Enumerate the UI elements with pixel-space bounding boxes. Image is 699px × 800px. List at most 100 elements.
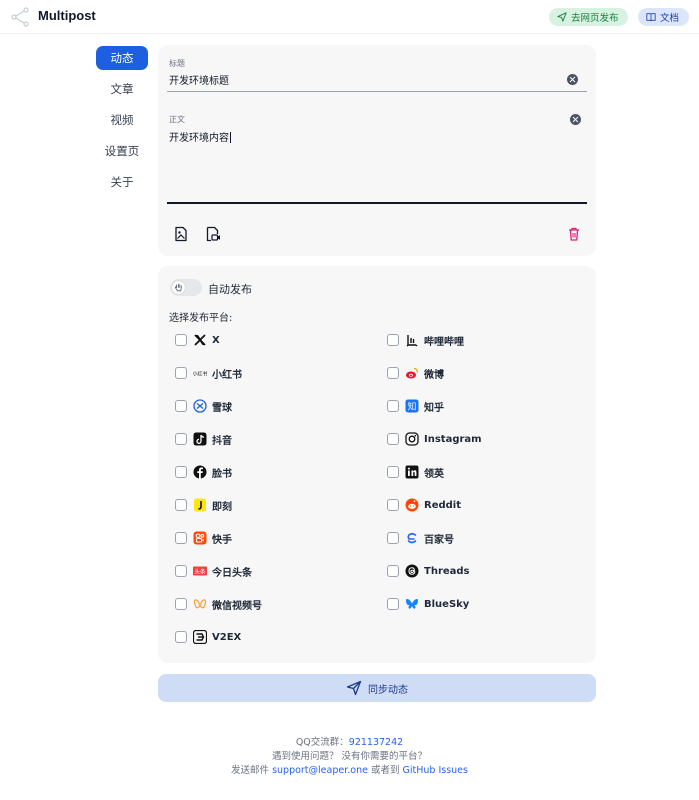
email-prefix: 发送邮件: [231, 765, 273, 776]
platform-name: Instagram: [424, 433, 482, 445]
title-input[interactable]: 开发环境标题: [169, 72, 229, 87]
platform-name: 微博: [424, 369, 444, 381]
toggle-knob: [172, 281, 185, 294]
top-bar: Multipost 去网页发布 文档: [0, 0, 699, 34]
platform-jike[interactable]: 即刻: [175, 497, 232, 513]
platform-name: 快手: [212, 534, 232, 546]
qq-number-link[interactable]: 921137242: [349, 737, 403, 748]
add-video-icon[interactable]: [205, 226, 221, 242]
checkbox[interactable]: [175, 367, 187, 379]
platform-douyin[interactable]: 抖音: [175, 431, 232, 447]
platform-toutiao[interactable]: 头条 今日头条: [175, 563, 252, 579]
sidebar-item-dynamic[interactable]: 动态: [96, 46, 148, 70]
xiaohongshu-icon: 小红书: [193, 366, 207, 380]
checkbox[interactable]: [387, 433, 399, 445]
checkbox[interactable]: [175, 598, 187, 610]
platform-xiaohongshu[interactable]: 小红书 小红书: [175, 365, 242, 381]
help-text: 遇到使用问题？ 没有你需要的平台？: [271, 751, 428, 762]
body-textarea[interactable]: 开发环境内容: [169, 129, 231, 144]
platform-kuaishou[interactable]: 快手: [175, 530, 232, 546]
platform-baijiahao[interactable]: 百家号: [387, 530, 454, 546]
sidebar-item-about[interactable]: 关于: [96, 170, 148, 194]
platform-name: 雪球: [212, 402, 232, 414]
checkbox[interactable]: [175, 466, 187, 478]
jike-icon: [193, 498, 207, 512]
sidebar: 动态 文章 视频 设置页 关于: [96, 46, 148, 201]
auto-publish-toggle[interactable]: [170, 279, 202, 296]
docs-label: 文档: [660, 13, 680, 24]
checkbox[interactable]: [387, 532, 399, 544]
x-icon: [193, 333, 207, 347]
platform-threads[interactable]: Threads: [387, 563, 470, 579]
checkbox[interactable]: [175, 433, 187, 445]
checkbox[interactable]: [387, 334, 399, 346]
contact-line: 发送邮件 support@leaper.one 或者到 GitHub Issue…: [0, 764, 699, 778]
platform-instagram[interactable]: Instagram: [387, 431, 482, 447]
docs-button[interactable]: 文档: [638, 8, 689, 26]
svg-text:知: 知: [407, 401, 416, 413]
platform-name: X: [212, 334, 220, 346]
platform-facebook[interactable]: 脸书: [175, 464, 232, 480]
sidebar-item-settings[interactable]: 设置页: [96, 139, 148, 163]
checkbox[interactable]: [387, 400, 399, 412]
platform-weibo[interactable]: 微博: [387, 365, 444, 381]
linkedin-icon: [405, 465, 419, 479]
checkbox[interactable]: [387, 499, 399, 511]
platform-linkedin[interactable]: 领英: [387, 464, 444, 480]
platform-zhihu[interactable]: 知 知乎: [387, 398, 444, 414]
checkbox[interactable]: [175, 631, 187, 643]
github-issues-link[interactable]: GitHub Issues: [403, 765, 468, 776]
platform-v2ex[interactable]: V2EX: [175, 629, 241, 645]
platform-name: 领英: [424, 468, 444, 480]
sync-post-label: 同步动态: [368, 684, 408, 696]
checkbox[interactable]: [387, 367, 399, 379]
title-underline: [167, 91, 587, 92]
body-text: 开发环境内容: [169, 133, 229, 144]
platform-x[interactable]: X: [175, 332, 220, 348]
zhihu-icon: 知: [405, 399, 419, 413]
v2ex-icon: [193, 630, 207, 644]
douyin-icon: [193, 432, 207, 446]
svg-text:小红书: 小红书: [193, 371, 207, 378]
platform-name: 抖音: [212, 435, 232, 447]
threads-icon: [405, 564, 419, 578]
clear-title-icon[interactable]: [567, 74, 578, 85]
sidebar-item-video[interactable]: 视频: [96, 108, 148, 132]
facebook-icon: [193, 465, 207, 479]
platform-reddit[interactable]: Reddit: [387, 497, 461, 513]
sync-post-button[interactable]: 同步动态: [158, 674, 596, 702]
add-image-icon[interactable]: [173, 226, 189, 242]
platform-xueqiu[interactable]: 雪球: [175, 398, 232, 414]
web-publish-button[interactable]: 去网页发布: [549, 8, 628, 26]
weibo-icon: [405, 366, 419, 380]
qq-label: QQ交流群：: [295, 737, 349, 748]
checkbox[interactable]: [387, 466, 399, 478]
checkbox[interactable]: [175, 532, 187, 544]
app-title: Multipost: [38, 8, 96, 23]
send-icon: [557, 12, 567, 22]
platform-name: BlueSky: [424, 598, 470, 610]
clear-body-icon[interactable]: [570, 114, 581, 125]
send-icon: [346, 680, 362, 696]
platform-name: 小红书: [212, 369, 242, 381]
xueqiu-icon: [193, 399, 207, 413]
checkbox[interactable]: [387, 565, 399, 577]
platform-bluesky[interactable]: BlueSky: [387, 596, 469, 612]
email-link[interactable]: support@leaper.one: [272, 765, 368, 776]
checkbox[interactable]: [175, 565, 187, 577]
platform-name: 百家号: [424, 534, 454, 546]
checkbox[interactable]: [175, 400, 187, 412]
platform-bilibili[interactable]: 哔哩哔哩: [387, 332, 464, 348]
body-field-label: 正文: [169, 115, 185, 124]
sidebar-item-article[interactable]: 文章: [96, 77, 148, 101]
checkbox[interactable]: [387, 598, 399, 610]
web-publish-label: 去网页发布: [571, 13, 619, 24]
checkbox[interactable]: [175, 334, 187, 346]
delete-icon[interactable]: [566, 226, 582, 242]
checkbox[interactable]: [175, 499, 187, 511]
platform-name: 脸书: [212, 468, 232, 480]
platform-wechat-channels[interactable]: 微信视频号: [175, 596, 262, 612]
platform-name: Reddit: [424, 499, 462, 511]
title-field-label: 标题: [169, 59, 185, 68]
editor-card: 标题 开发环境标题 正文 开发环境内容: [158, 45, 596, 256]
